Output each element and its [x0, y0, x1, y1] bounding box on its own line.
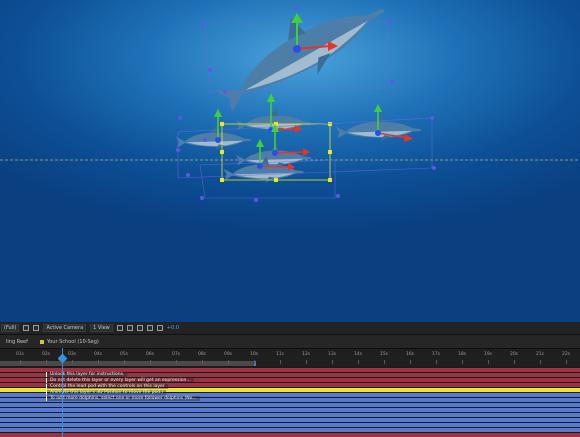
ruler-tick: [332, 360, 333, 364]
composition-viewer[interactable]: [0, 0, 580, 322]
exposure-value[interactable]: +0.0: [167, 325, 179, 331]
composition-tabs: ling Reef Your School (10-Seg): [0, 334, 580, 348]
ruler-tick-label: 19s: [483, 352, 493, 357]
ruler-tick: [436, 360, 437, 364]
ruler-tick-label: 08s: [197, 352, 207, 357]
ruler-tick-label: 11s: [275, 352, 285, 357]
ruler-tick: [254, 360, 255, 364]
ruler-tick-label: 10s: [249, 352, 259, 357]
layer-bar[interactable]: [0, 428, 580, 432]
composition-canvas[interactable]: [0, 0, 580, 322]
dolphin-school[interactable]: [176, 108, 421, 184]
ruler-tick: [410, 360, 411, 364]
layer-bar[interactable]: [0, 413, 580, 417]
ruler-tick-label: 05s: [119, 352, 129, 357]
ruler-tick: [306, 360, 307, 364]
ruler-tick-label: 15s: [379, 352, 389, 357]
layer-bar[interactable]: [0, 423, 580, 427]
ruler-tick-label: 02s: [41, 352, 51, 357]
ruler-tick: [98, 360, 99, 364]
layer-bar[interactable]: [0, 403, 580, 407]
magnification-dropdown[interactable]: (Full): [1, 324, 20, 332]
ruler-tick: [20, 360, 21, 364]
ruler-tick-label: 17s: [431, 352, 441, 357]
ruler-tick: [462, 360, 463, 364]
ruler-tick: [228, 360, 229, 364]
tab-your-school[interactable]: Your School (10-Seg): [34, 335, 105, 349]
ruler-tick: [384, 360, 385, 364]
viewer-toolbar: (Full) Active Camera 1 View +0.0: [0, 322, 580, 334]
ruler-tick-label: 09s: [223, 352, 233, 357]
tab-label: ling Reef: [6, 338, 28, 345]
layer-marker-comment[interactable]: Do not delete this layer or every layer …: [46, 378, 194, 383]
transparency-grid-icon[interactable]: [33, 325, 40, 331]
reset-exposure-icon[interactable]: [156, 325, 163, 331]
ruler-tick: [72, 360, 73, 364]
ruler-tick-label: 06s: [145, 352, 155, 357]
ruler-tick: [566, 360, 567, 364]
ruler-tick: [176, 360, 177, 364]
ruler-tick-label: 07s: [171, 352, 181, 357]
timeline-icon[interactable]: [136, 325, 143, 331]
ruler-tick-label: 03s: [67, 352, 77, 357]
tab-label: Your School (10-Seg): [46, 338, 99, 345]
ruler-tick: [540, 360, 541, 364]
ruler-tick-label: 16s: [405, 352, 415, 357]
time-ruler[interactable]: 01s 02s 03s 04s 05s 06s 07s 08s 09s 10s 11s 12s 13s 1…: [0, 348, 580, 366]
tab-reef[interactable]: ling Reef: [0, 335, 34, 349]
layer-marker-comment[interactable]: Animate this layer's 3D Position to move…: [46, 390, 167, 395]
flowchart-icon[interactable]: [146, 325, 153, 331]
layer-bar[interactable]: [0, 418, 580, 422]
ruler-tick: [514, 360, 515, 364]
ruler-tick-label: 22s: [561, 352, 571, 357]
layer-bar[interactable]: [0, 433, 580, 437]
timeline-tracks[interactable]: Unlock this layer for instructions. Do no…: [0, 366, 580, 437]
ruler-tick: [124, 360, 125, 364]
ruler-tick-label: 18s: [457, 352, 467, 357]
ruler-tick: [488, 360, 489, 364]
layer-marker-comment[interactable]: Control the lead pod with the controls o…: [46, 384, 168, 389]
region-of-interest-icon[interactable]: [23, 325, 30, 331]
fast-previews-icon[interactable]: [126, 325, 133, 331]
layer-marker-comment[interactable]: To add more dolphins, select one or more…: [46, 396, 200, 401]
ruler-tick: [280, 360, 281, 364]
ruler-tick: [202, 360, 203, 364]
ruler-tick-label: 20s: [509, 352, 519, 357]
toggle-pixel-aspect-icon[interactable]: [116, 325, 123, 331]
ruler-tick: [46, 360, 47, 364]
layer-marker-comment[interactable]: Unlock this layer for instructions.: [46, 372, 128, 377]
ruler-tick-label: 13s: [327, 352, 337, 357]
ruler-tick-label: 12s: [301, 352, 311, 357]
ruler-tick: [358, 360, 359, 364]
ruler-tick-label: 21s: [535, 352, 545, 357]
ruler-tick: [150, 360, 151, 364]
ruler-tick-label: 01s: [15, 352, 25, 357]
layer-bar[interactable]: [0, 408, 580, 412]
ruler-tick-label: 14s: [353, 352, 363, 357]
view-layout-dropdown[interactable]: 1 View: [90, 324, 113, 332]
comp-color-swatch: [39, 339, 44, 344]
camera-dropdown[interactable]: Active Camera: [43, 324, 87, 332]
ruler-tick-label: 04s: [93, 352, 103, 357]
